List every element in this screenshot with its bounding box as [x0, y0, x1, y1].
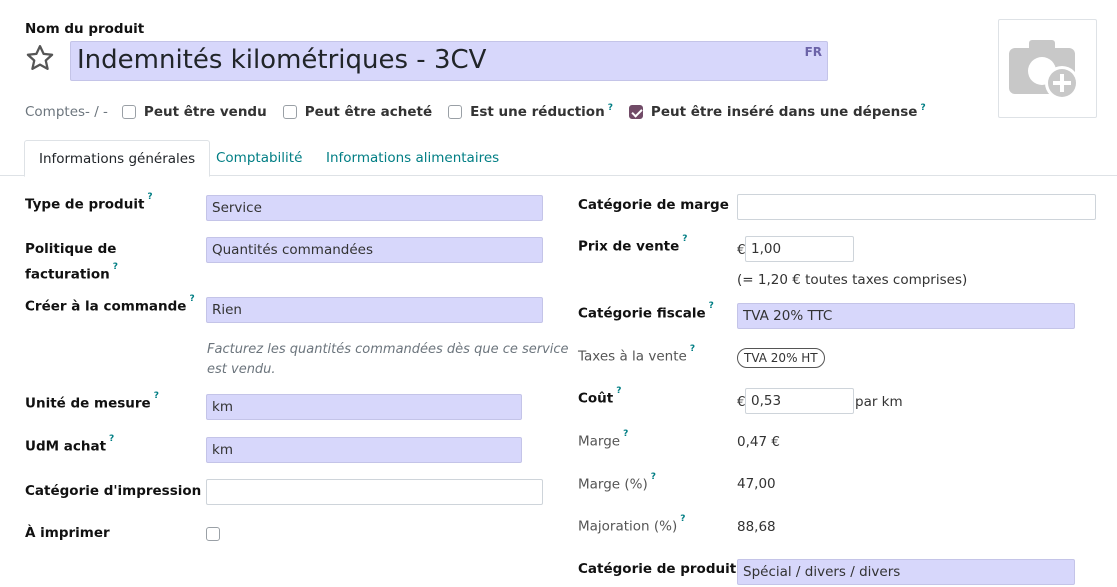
product-type-select[interactable]: Service	[206, 195, 543, 221]
uom-label: Unité de mesure?	[25, 391, 159, 412]
fiscal-category-label: Catégorie fiscale?	[578, 301, 714, 322]
invoice-policy-label: Politique de facturation?	[25, 241, 119, 283]
checkbox-can-be-sold[interactable]	[121, 105, 136, 119]
language-badge[interactable]: FR	[805, 45, 822, 59]
margin-label: Marge?	[578, 429, 629, 450]
cost-input[interactable]: 0,53	[745, 388, 854, 414]
help-icon[interactable]: ?	[920, 103, 925, 113]
help-icon[interactable]: ?	[690, 344, 695, 354]
sales-taxes-label: Taxes à la vente?	[578, 344, 696, 365]
cost-label: Coût?	[578, 386, 622, 407]
create-on-order-label: Créer à la commande?	[25, 294, 195, 315]
help-icon[interactable]: ?	[680, 514, 685, 524]
flag-can-be-sold[interactable]: Peut être vendu	[121, 104, 267, 120]
markup-percent-label: Majoration (%)?	[578, 514, 686, 535]
product-name-value: Indemnités kilométriques - 3CV	[77, 45, 487, 75]
notebook-tabs: Informations générales Comptabilité Info…	[0, 140, 1117, 177]
product-category-select[interactable]: Spécial / divers / divers	[737, 559, 1075, 585]
tab-accounting[interactable]: Comptabilité	[202, 140, 316, 176]
to-print-checkbox[interactable]	[206, 527, 220, 541]
margin-category-label: Catégorie de marge	[578, 197, 729, 213]
help-icon[interactable]: ?	[651, 472, 656, 482]
uom-select[interactable]: km	[206, 394, 522, 420]
margin-category-input[interactable]	[737, 194, 1096, 220]
checkbox-can-be-purchased[interactable]	[282, 105, 297, 119]
help-icon[interactable]: ?	[623, 429, 628, 439]
accounts-text: Comptes- / -	[25, 104, 108, 120]
help-icon[interactable]: ?	[682, 234, 687, 244]
markup-percent-value: 88,68	[737, 519, 776, 535]
product-type-label: Type de produit?	[25, 192, 153, 213]
flag-label-is-discount: Est une réduction	[470, 104, 605, 120]
help-icon[interactable]: ?	[147, 192, 152, 202]
margin-percent-value: 47,00	[737, 476, 776, 492]
flag-label-can-be-expensed: Peut être inséré dans une dépense	[650, 104, 918, 120]
sales-price-label: Prix de vente?	[578, 234, 688, 255]
help-icon[interactable]: ?	[709, 301, 714, 311]
print-category-label: Catégorie d'impression	[25, 483, 202, 499]
flag-is-discount[interactable]: Est une réduction ?	[448, 103, 613, 120]
invoice-policy-select[interactable]: Quantités commandées	[206, 237, 543, 263]
star-icon[interactable]	[25, 43, 55, 73]
help-icon[interactable]: ?	[154, 391, 159, 401]
help-icon[interactable]: ?	[616, 386, 621, 396]
flag-label-can-be-purchased: Peut être acheté	[304, 104, 433, 120]
cost-unit: par km	[855, 394, 903, 410]
product-name-label: Nom du produit	[25, 21, 145, 37]
help-icon[interactable]: ?	[109, 434, 114, 444]
checkbox-can-be-expensed[interactable]	[628, 105, 643, 119]
product-image-placeholder[interactable]	[998, 19, 1097, 118]
sales-price-input[interactable]: 1,00	[745, 236, 854, 262]
flag-can-be-purchased[interactable]: Peut être acheté	[282, 104, 433, 120]
sales-price-tax-note: (= 1,20 € toutes taxes comprises)	[737, 272, 968, 288]
fiscal-category-select[interactable]: TVA 20% TTC	[737, 303, 1075, 329]
print-category-input[interactable]	[206, 479, 543, 505]
sales-tax-tag[interactable]: TVA 20% HT	[737, 348, 825, 368]
product-category-label: Catégorie de produit	[578, 561, 737, 577]
flag-can-be-expensed[interactable]: Peut être inséré dans une dépense ?	[628, 103, 926, 120]
help-icon[interactable]: ?	[608, 103, 613, 113]
uom-po-label: UdM achat?	[25, 434, 115, 455]
tab-general-information[interactable]: Informations générales	[24, 140, 211, 177]
camera-add-icon	[1009, 40, 1079, 100]
tab-food-information[interactable]: Informations alimentaires	[312, 140, 513, 176]
margin-percent-label: Marge (%)?	[578, 472, 656, 493]
flag-label-can-be-sold: Peut être vendu	[143, 104, 267, 120]
help-icon[interactable]: ?	[113, 262, 118, 272]
create-on-order-select[interactable]: Rien	[206, 297, 543, 323]
help-icon[interactable]: ?	[189, 294, 194, 304]
uom-po-select[interactable]: km	[206, 437, 522, 463]
product-flags-row: Comptes- / - Peut être vendu Peut être a…	[25, 101, 926, 123]
to-print-label: À imprimer	[25, 525, 110, 541]
checkbox-is-discount[interactable]	[448, 105, 463, 119]
margin-value: 0,47 €	[737, 434, 780, 450]
product-name-input[interactable]: Indemnités kilométriques - 3CV FR	[70, 41, 828, 81]
invoice-policy-hint: Facturez les quantités commandées dès qu…	[207, 342, 569, 377]
